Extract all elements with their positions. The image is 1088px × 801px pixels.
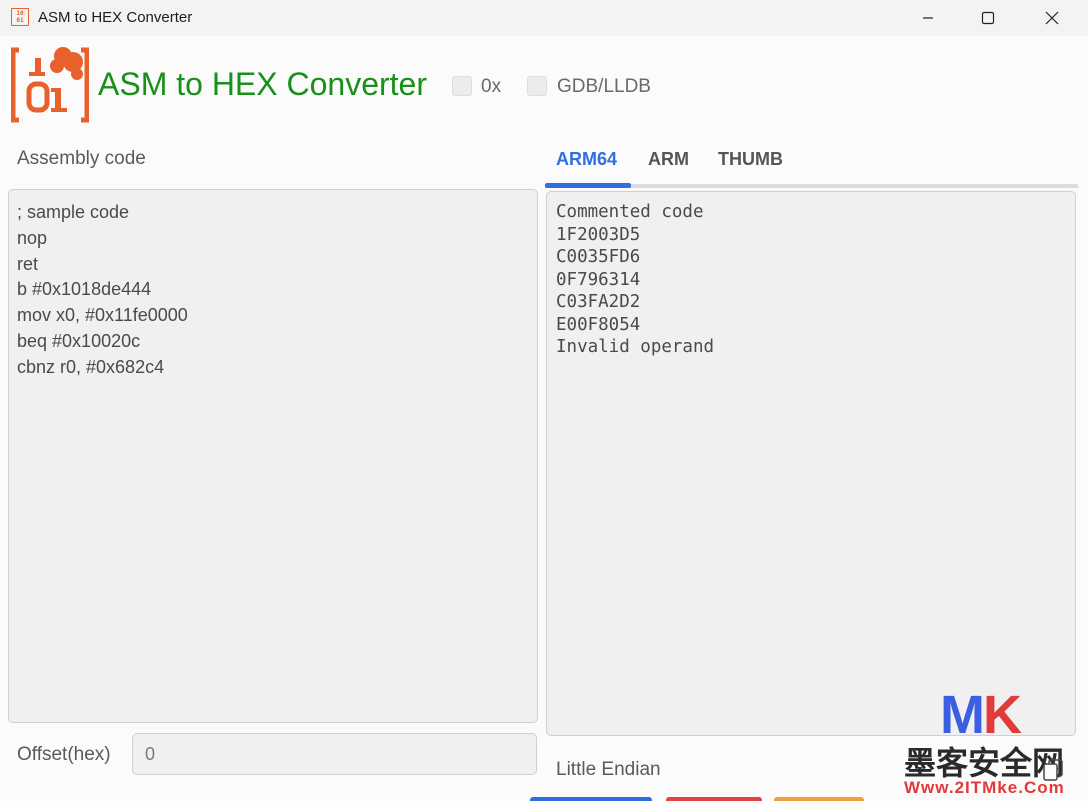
- title-bar: 10 01 ASM to HEX Converter: [0, 0, 1088, 36]
- assembly-code-label: Assembly code: [17, 148, 146, 169]
- maximize-button[interactable]: [956, 0, 1020, 36]
- close-icon: [1045, 11, 1059, 25]
- offset-input[interactable]: 0: [132, 733, 537, 775]
- option-0x-checkbox[interactable]: [452, 76, 472, 96]
- code-line: b #0x1018de444: [17, 279, 152, 300]
- app-title: ASM to HEX Converter: [98, 66, 427, 102]
- assembly-code-input[interactable]: ; sample code nop ret b #0x1018de444 mov…: [8, 189, 538, 723]
- close-button[interactable]: [1020, 0, 1084, 36]
- copy-icon[interactable]: [1040, 757, 1068, 783]
- watermark: MK 墨客安全网 Www.2ITMke.Com: [900, 684, 1088, 801]
- option-gdb-checkbox[interactable]: [527, 76, 547, 96]
- app-logo-icon: [11, 47, 89, 123]
- minimize-button[interactable]: [896, 0, 960, 36]
- tab-thumb[interactable]: THUMB: [718, 149, 783, 170]
- watermark-logo: MK: [940, 685, 1022, 745]
- hex-line: 1F2003D5: [556, 224, 641, 245]
- minimize-icon: [923, 17, 933, 19]
- action-button[interactable]: [774, 797, 864, 801]
- code-line: mov x0, #0x11fe0000: [17, 305, 188, 326]
- code-line: ret: [17, 253, 39, 274]
- window-title: ASM to HEX Converter: [38, 9, 193, 26]
- app-window-icon: 10 01: [11, 8, 29, 26]
- convert-button[interactable]: [530, 797, 652, 801]
- clear-button[interactable]: [666, 797, 762, 801]
- maximize-icon: [981, 11, 995, 25]
- hex-line: 0F796314: [556, 269, 641, 290]
- hex-line: E00F8054: [556, 314, 641, 335]
- offset-label: Offset(hex): [17, 744, 111, 765]
- tab-arm[interactable]: ARM: [648, 149, 689, 170]
- code-line: beq #0x10020c: [17, 330, 141, 351]
- hex-line: Commented code: [556, 202, 704, 222]
- hex-output[interactable]: Commented code 1F2003D5 C0035FD6 0F79631…: [546, 191, 1076, 736]
- hex-line: C0035FD6: [556, 247, 641, 267]
- option-gdb-label[interactable]: GDB/LLDB: [557, 76, 651, 98]
- code-line: nop: [17, 227, 48, 248]
- hex-line: C03FA2D2: [556, 292, 641, 312]
- code-line: cbnz r0, #0x682c4: [17, 356, 165, 377]
- hex-line: Invalid operand: [556, 337, 715, 357]
- active-tab-indicator: [545, 183, 631, 188]
- endian-label: Little Endian: [556, 759, 661, 780]
- code-line: ; sample code: [17, 202, 130, 222]
- option-0x-label[interactable]: 0x: [481, 76, 501, 98]
- tab-arm64[interactable]: ARM64: [556, 149, 617, 170]
